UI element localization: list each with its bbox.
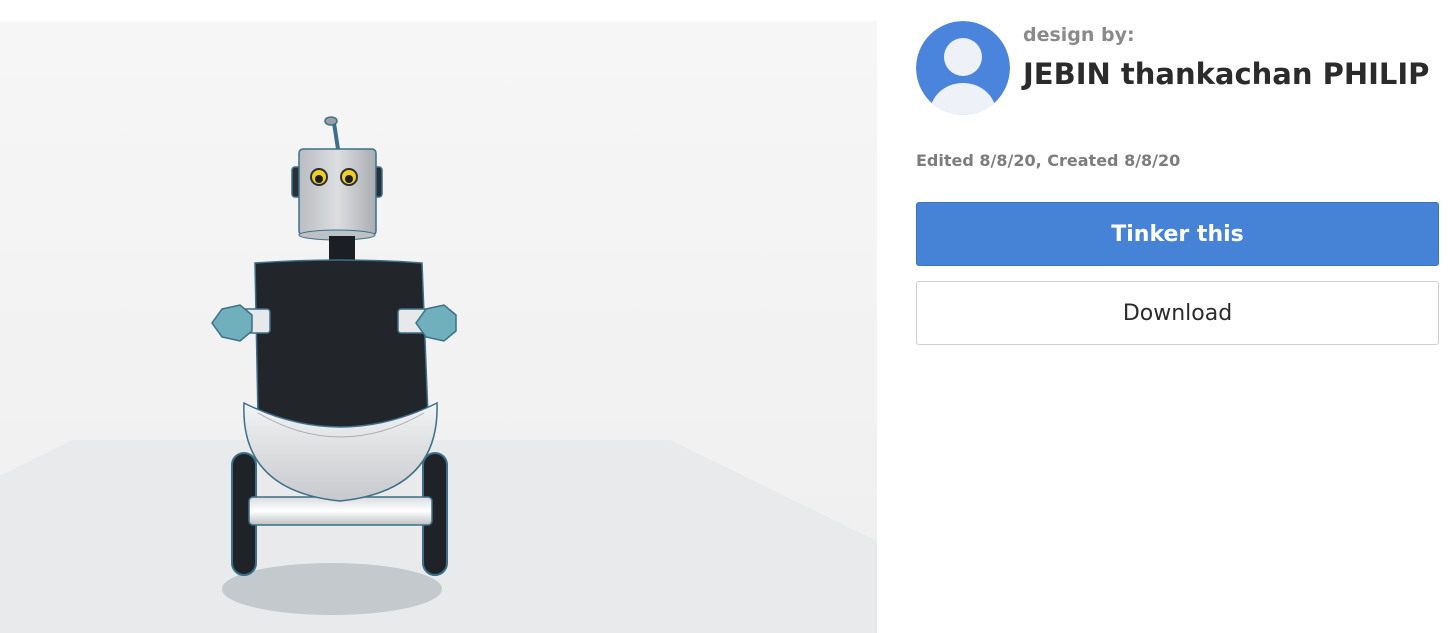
edited-created-dates: Edited 8/8/20, Created 8/8/20	[916, 151, 1181, 170]
robot-head	[298, 148, 377, 236]
robot-body	[254, 259, 429, 430]
designer-name-link[interactable]: JEBIN thankachan PHILIP	[1023, 57, 1429, 91]
robot-shadow	[222, 563, 442, 615]
user-avatar-icon[interactable]	[916, 21, 1010, 115]
robot-model-render	[0, 116, 877, 633]
design-details-sidebar: design by: JEBIN thankachan PHILIP Edite…	[916, 0, 1442, 633]
download-button[interactable]: Download	[916, 281, 1439, 345]
robot-left-hand	[211, 304, 253, 342]
design-3d-viewer[interactable]	[0, 21, 877, 633]
tinker-this-button[interactable]: Tinker this	[916, 202, 1439, 266]
design-by-label: design by:	[1023, 24, 1135, 46]
